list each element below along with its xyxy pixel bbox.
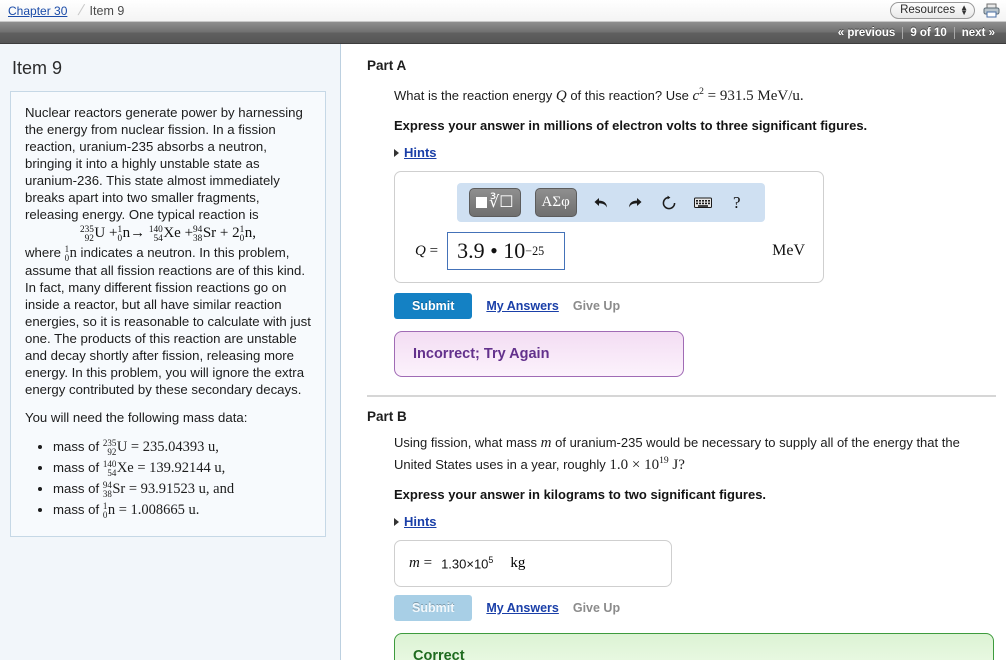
part-a-answer-exponent: −25 (525, 243, 545, 258)
problem-paragraph-2: where 10n indicates a neutron. In this p… (25, 244, 311, 398)
list-item: mass of 10n = 1.008665 u. (53, 500, 311, 520)
part-a-answer-row: Q = 3.9 • 10 −25 MeV (407, 232, 811, 270)
part-b-submit-button: Submit (394, 595, 473, 621)
part-b-answer-row: m = 1.30×105 kg (409, 555, 657, 572)
part-a-answer-input[interactable]: 3.9 • 10 −25 (447, 232, 566, 270)
breadcrumb-separator-icon: / (76, 2, 87, 19)
part-a-submit-button[interactable]: Submit (394, 293, 473, 319)
pagination-navbar: « previous 9 of 10 next » (0, 22, 1006, 44)
part-a-my-answers-link[interactable]: My Answers (486, 299, 558, 313)
part-b-give-up-link[interactable]: Give Up (573, 601, 620, 615)
part-b-body: Using fission, what mass m of uranium-23… (367, 434, 996, 660)
resources-dropdown-label: Resources (900, 4, 956, 16)
part-b-variable-label: m = (409, 555, 433, 571)
part-b-answer-unit: kg (510, 555, 526, 571)
part-b-instruction: Express your answer in kilograms to two … (394, 487, 767, 502)
list-item: mass of 14054Xe = 139.92144 u, (53, 458, 311, 478)
part-b-answer-exponent: 5 (488, 555, 494, 566)
part-a-variable-label: Q = (415, 242, 439, 259)
part-b-hints-label: Hints (404, 514, 437, 529)
part-b-my-answers-link[interactable]: My Answers (486, 601, 558, 615)
reset-icon[interactable] (659, 195, 679, 211)
part-a-feedback-banner: Incorrect; Try Again (394, 331, 684, 377)
breadcrumb-chapter-link[interactable]: Chapter 30 (4, 4, 71, 18)
problem-paragraph-1: Nuclear reactors generate power by harne… (25, 105, 303, 222)
answer-panel: Part A What is the reaction energy Q of … (341, 44, 1006, 660)
part-a-body: What is the reaction energy Q of this re… (367, 83, 996, 377)
part-a-question: What is the reaction energy Q of this re… (394, 86, 804, 104)
chevron-right-icon (394, 517, 399, 526)
part-a-answer-mantissa: 3.9 • 10 (457, 238, 526, 263)
breadcrumb-right-controls: Resources ▲ ▼ (890, 2, 1000, 19)
page-body: Item 9 Nuclear reactors generate power b… (0, 44, 1006, 660)
part-b-answer-value[interactable]: 1.30×105 (441, 555, 493, 571)
breadcrumb-current-item: Item 9 (89, 3, 125, 18)
part-b-answer-card: m = 1.30×105 kg (394, 540, 672, 587)
part-a-hints-label: Hints (404, 145, 437, 160)
part-a-instruction: Express your answer in millions of elect… (394, 118, 868, 133)
list-item: mass of 23592U = 235.04393 u, (53, 437, 311, 457)
template-icon[interactable]: ∛☐ (469, 188, 521, 217)
problem-sidebar: Item 9 Nuclear reactors generate power b… (0, 44, 341, 660)
section-divider (367, 395, 996, 397)
list-item: mass of 9438Sr = 93.91523 u, and (53, 479, 311, 499)
chevron-updown-icon: ▲ ▼ (960, 3, 968, 17)
math-toolbar: ∛☐ ΑΣφ ? (457, 183, 765, 222)
problem-statement-box: Nuclear reactors generate power by harne… (10, 91, 326, 538)
printer-icon[interactable] (983, 3, 1000, 18)
undo-icon[interactable] (591, 196, 611, 210)
part-b-feedback-banner: Correct (394, 633, 994, 660)
redo-icon[interactable] (625, 196, 645, 210)
part-a-answer-card: ∛☐ ΑΣφ ? Q = 3.9 • 10 −25 MeV (394, 171, 824, 283)
part-b-button-row: Submit My Answers Give Up (394, 595, 996, 621)
keyboard-icon[interactable] (693, 197, 713, 209)
part-b-answer-mantissa: 1.30×10 (441, 556, 489, 572)
item-counter: 9 of 10 (910, 26, 947, 39)
mass-data-list: mass of 23592U = 235.04393 u, mass of 14… (25, 437, 311, 520)
fission-reaction-equation: 235 92 U +1 0 n→ 140 54 Xe +94 38 Sr + 2 1 0 n, (79, 224, 257, 244)
part-b-question: Using fission, what mass m of uranium-23… (394, 435, 960, 473)
help-icon[interactable]: ? (727, 193, 747, 213)
mass-data-intro: You will need the following mass data: (25, 410, 248, 426)
part-a-hints-toggle[interactable]: Hints (394, 145, 996, 160)
part-a-button-row: Submit My Answers Give Up (394, 293, 996, 319)
greek-symbols-button[interactable]: ΑΣφ (534, 188, 577, 217)
next-item-link[interactable]: next » (955, 27, 1002, 39)
page-title: Item 9 (12, 58, 63, 78)
breadcrumb-bar: Chapter 30 / Item 9 Resources ▲ ▼ (0, 0, 1006, 22)
part-a-heading: Part A (367, 58, 407, 73)
previous-item-link[interactable]: « previous (831, 27, 903, 39)
resources-dropdown[interactable]: Resources ▲ ▼ (890, 2, 975, 19)
part-b-heading: Part B (367, 409, 407, 424)
part-a-answer-unit: MeV (772, 242, 805, 259)
part-a-give-up-link[interactable]: Give Up (573, 299, 620, 313)
part-b-hints-toggle[interactable]: Hints (394, 514, 996, 529)
chevron-right-icon (394, 148, 399, 157)
